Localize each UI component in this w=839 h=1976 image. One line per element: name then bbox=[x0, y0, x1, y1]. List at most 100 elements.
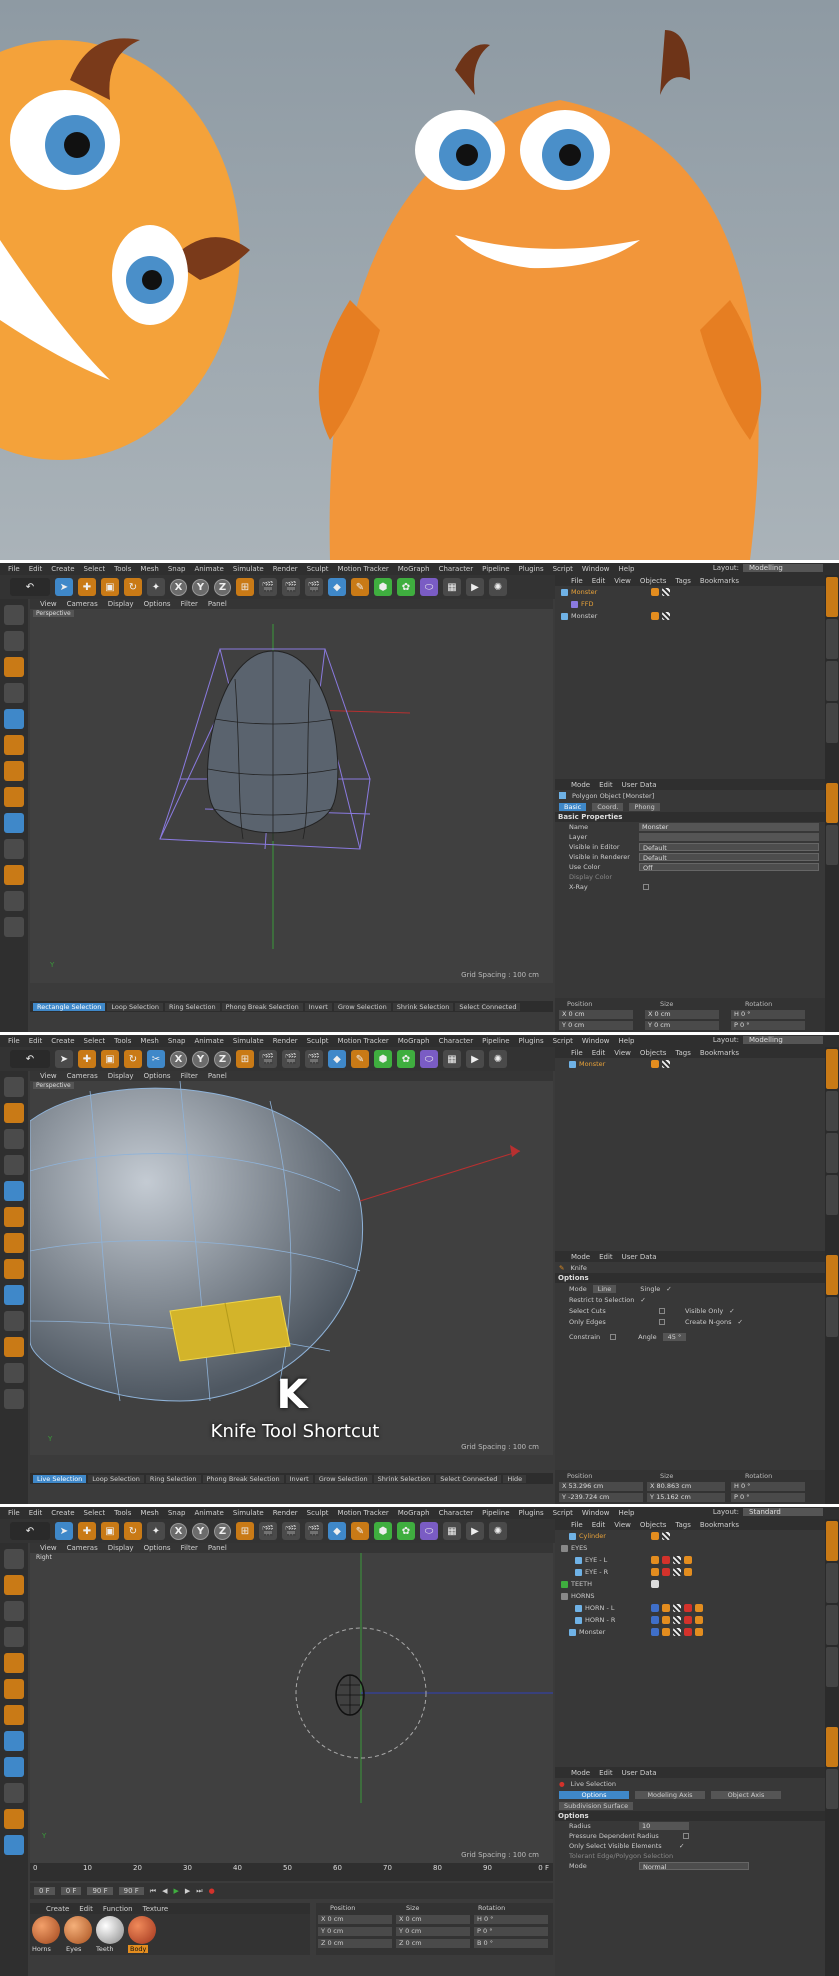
points-mode-icon[interactable] bbox=[4, 1181, 24, 1201]
menu-item[interactable]: Character bbox=[439, 565, 474, 573]
object-menu-item[interactable]: Objects bbox=[640, 1521, 666, 1529]
warning-tag-icon[interactable] bbox=[684, 1604, 692, 1612]
viewport-menu-item[interactable]: Cameras bbox=[67, 600, 98, 608]
phong-tag-icon[interactable] bbox=[651, 1532, 659, 1540]
menu-item[interactable]: Render bbox=[273, 1037, 298, 1045]
camera-icon[interactable]: ▶ bbox=[466, 1522, 484, 1540]
frame-start-field[interactable]: 0 F bbox=[34, 1887, 55, 1895]
viewport-menu-item[interactable]: Options bbox=[144, 1544, 171, 1552]
phong-tag-icon[interactable] bbox=[651, 612, 659, 620]
rotate-icon[interactable]: ↻ bbox=[124, 1522, 142, 1540]
move-icon[interactable]: ✚ bbox=[78, 578, 96, 596]
viewport-menu-item[interactable]: Filter bbox=[181, 1544, 198, 1552]
workplane-lock-icon[interactable] bbox=[4, 891, 24, 911]
record-icon[interactable]: ● bbox=[209, 1887, 215, 1895]
rot-h-field[interactable]: H 0 ° bbox=[731, 1010, 805, 1019]
undo-icon[interactable]: ↶ bbox=[10, 578, 50, 596]
tab-phong[interactable]: Phong bbox=[629, 802, 660, 811]
solo-icon[interactable] bbox=[4, 917, 24, 937]
object-row[interactable]: HORNS bbox=[555, 1590, 825, 1602]
make-editable-icon[interactable] bbox=[4, 605, 24, 625]
material-tag-icon[interactable] bbox=[695, 1628, 703, 1636]
attr-menu-item[interactable]: Edit bbox=[599, 781, 613, 789]
x-axis-icon[interactable]: X bbox=[170, 578, 187, 596]
object-row[interactable]: Cylinder bbox=[555, 1530, 825, 1542]
menu-item[interactable]: Help bbox=[619, 1037, 635, 1045]
floor-icon[interactable]: ▦ bbox=[443, 578, 461, 596]
select-connected-button[interactable]: Select Connected bbox=[455, 1002, 521, 1011]
subdivision-icon[interactable]: ⬢ bbox=[374, 1050, 392, 1068]
tab-coord[interactable]: Coord. bbox=[592, 802, 624, 811]
menu-item[interactable]: Select bbox=[84, 565, 106, 573]
material-tag-icon[interactable] bbox=[673, 1568, 681, 1576]
menu-item[interactable]: Pipeline bbox=[482, 565, 509, 573]
angle-field[interactable]: 45 ° bbox=[662, 1332, 687, 1341]
object-menu-item[interactable]: Objects bbox=[640, 1049, 666, 1057]
render-picture-icon[interactable]: 🎬 bbox=[282, 1050, 300, 1068]
timeline[interactable]: 0 10 20 30 40 50 60 70 80 90 0 F bbox=[30, 1863, 553, 1881]
points-mode-icon[interactable] bbox=[4, 1653, 24, 1673]
warning-tag-icon[interactable] bbox=[662, 1568, 670, 1576]
render-settings-icon[interactable]: 🎬 bbox=[305, 1050, 323, 1068]
size-x-field[interactable]: X 0 cm bbox=[645, 1010, 719, 1019]
menu-item[interactable]: MoGraph bbox=[398, 565, 430, 573]
ring-selection-button[interactable]: Ring Selection bbox=[145, 1474, 201, 1483]
size-x-field[interactable]: X 0 cm bbox=[396, 1915, 470, 1924]
layout-dropdown[interactable]: Modelling bbox=[743, 564, 823, 572]
use-color-dropdown[interactable]: Off bbox=[639, 863, 819, 872]
rotate-icon[interactable]: ↻ bbox=[124, 578, 142, 596]
model-mode-icon[interactable] bbox=[4, 631, 24, 651]
tweak-mode-icon[interactable] bbox=[4, 1757, 24, 1777]
viewport-menu-item[interactable]: Filter bbox=[181, 1072, 198, 1080]
workplane-icon[interactable] bbox=[4, 683, 24, 703]
camera-icon[interactable]: ▶ bbox=[466, 578, 484, 596]
select-icon[interactable]: ➤ bbox=[55, 1050, 73, 1068]
object-menu-item[interactable]: Bookmarks bbox=[700, 1049, 739, 1057]
content-browser-tab[interactable] bbox=[826, 1605, 838, 1645]
rotate-icon[interactable]: ↻ bbox=[124, 1050, 142, 1068]
viewport-menu-item[interactable]: Cameras bbox=[67, 1072, 98, 1080]
cloner-icon[interactable]: ✿ bbox=[397, 1050, 415, 1068]
rot-b-field[interactable]: B 0 ° bbox=[474, 1939, 548, 1948]
texture-mode-icon[interactable] bbox=[4, 1129, 24, 1149]
invert-button[interactable]: Invert bbox=[304, 1002, 332, 1011]
object-menu-item[interactable]: Bookmarks bbox=[700, 577, 739, 585]
mat-menu-item[interactable]: Create bbox=[46, 1905, 69, 1913]
rot-h-field[interactable]: H 0 ° bbox=[474, 1915, 548, 1924]
frame-end-field[interactable]: 90 F bbox=[118, 1887, 144, 1895]
pen-icon[interactable]: ✎ bbox=[351, 1522, 369, 1540]
subdivision-icon[interactable]: ⬢ bbox=[374, 578, 392, 596]
tag-icon[interactable] bbox=[651, 1616, 659, 1624]
x-axis-icon[interactable]: X bbox=[170, 1522, 187, 1540]
viewport-menu-item[interactable]: Cameras bbox=[67, 1544, 98, 1552]
invert-button[interactable]: Invert bbox=[285, 1474, 313, 1483]
edges-mode-icon[interactable] bbox=[4, 735, 24, 755]
phong-tag-icon[interactable] bbox=[662, 1616, 670, 1624]
menu-item[interactable]: Animate bbox=[194, 1509, 223, 1517]
pen-icon[interactable]: ✎ bbox=[351, 1050, 369, 1068]
pos-x-field[interactable]: X 53.296 cm bbox=[559, 1482, 643, 1491]
object-row[interactable]: HORN - L bbox=[555, 1602, 825, 1614]
render-view-icon[interactable]: 🎬 bbox=[259, 578, 277, 596]
play-icon[interactable]: ▶ bbox=[173, 1887, 178, 1895]
object-menu-item[interactable]: View bbox=[614, 1049, 631, 1057]
menu-item[interactable]: Motion Tracker bbox=[338, 1037, 389, 1045]
tweak-mode-icon[interactable] bbox=[4, 813, 24, 833]
object-row[interactable]: TEETH bbox=[555, 1578, 825, 1590]
material-tag-icon[interactable] bbox=[695, 1604, 703, 1612]
mat-menu-item[interactable]: Function bbox=[103, 1905, 133, 1913]
points-mode-icon[interactable] bbox=[4, 709, 24, 729]
phong-tag-icon[interactable] bbox=[662, 1604, 670, 1612]
menu-item[interactable]: MoGraph bbox=[398, 1509, 430, 1517]
coord-system-icon[interactable]: ⊞ bbox=[236, 1050, 254, 1068]
texture-mode-icon[interactable] bbox=[4, 657, 24, 677]
phong-tag-icon[interactable] bbox=[651, 1556, 659, 1564]
attr-menu-item[interactable]: Edit bbox=[599, 1769, 613, 1777]
live-selection-button[interactable]: Live Selection bbox=[33, 1474, 87, 1483]
material-tag-icon[interactable] bbox=[695, 1616, 703, 1624]
material-swatch-eyes[interactable] bbox=[64, 1916, 92, 1944]
xray-checkbox[interactable] bbox=[643, 884, 649, 890]
axis-mode-icon[interactable] bbox=[4, 1259, 24, 1279]
last-tool-icon[interactable]: ✦ bbox=[147, 578, 165, 596]
coord-system-icon[interactable]: ⊞ bbox=[236, 1522, 254, 1540]
